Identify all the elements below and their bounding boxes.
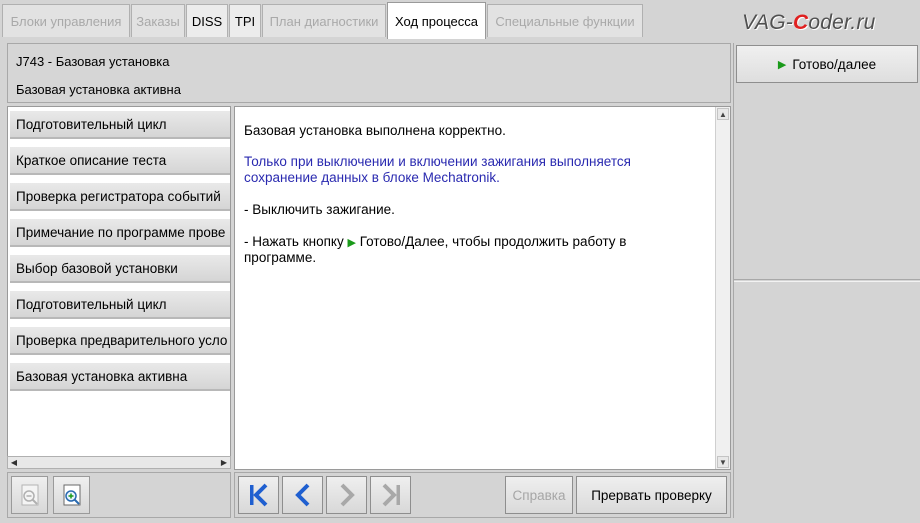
right-panel: ▶ Готово/далее [733, 43, 920, 518]
first-step-button[interactable] [238, 476, 279, 514]
ready-next-button[interactable]: ▶ Готово/далее [736, 45, 918, 83]
divider [734, 279, 920, 280]
content-scrollbar[interactable]: ▲ ▼ [715, 107, 730, 469]
zoom-out-icon [21, 484, 39, 506]
instruction-ignition-off: - Выключить зажигание. [244, 202, 395, 217]
instruction-press-button-cont: программе. [244, 250, 317, 265]
tab-diagnostic-plan[interactable]: План диагностики [262, 4, 386, 37]
divider [734, 281, 920, 282]
zoom-toolbar [7, 472, 231, 518]
vag-coder-logo: VAG-Coder.ru [742, 11, 876, 34]
help-button[interactable]: Справка [505, 476, 573, 514]
step-item[interactable]: Выбор базовой установки [10, 255, 230, 283]
next-step-button[interactable] [326, 476, 367, 514]
navigation-toolbar: Справка Прервать проверку [234, 472, 731, 518]
page-title: J743 - Базовая установка [16, 54, 170, 69]
result-text: Базовая установка выполнена корректно. [244, 123, 506, 138]
page-subtitle: Базовая установка активна [16, 82, 181, 97]
step-item[interactable]: Проверка регистратора событий [10, 183, 230, 211]
header-panel: J743 - Базовая установка Базовая установ… [7, 43, 731, 103]
scroll-down-icon[interactable]: ▼ [717, 456, 729, 468]
step-item-active[interactable]: Базовая установка активна [10, 363, 230, 391]
tab-control-units[interactable]: Блоки управления [2, 4, 130, 37]
abort-test-button[interactable]: Прервать проверку [576, 476, 727, 514]
notice-text-2: сохранение данных в блоке Mechatronik. [244, 170, 500, 185]
step-list-scrollbar[interactable]: ◀ ▶ [7, 456, 231, 469]
scroll-right-icon[interactable]: ▶ [219, 458, 229, 468]
previous-step-button[interactable] [282, 476, 323, 514]
notice-text-1: Только при выключении и включении зажига… [244, 154, 631, 169]
step-item[interactable]: Примечание по программе прове [10, 219, 230, 247]
step-item[interactable]: Подготовительный цикл [10, 111, 230, 139]
last-step-button[interactable] [370, 476, 411, 514]
tab-bar: Блоки управления Заказы DISS TPI План ди… [0, 0, 920, 41]
step-item[interactable]: Краткое описание теста [10, 147, 230, 175]
scroll-left-icon[interactable]: ◀ [9, 458, 19, 468]
tab-process[interactable]: Ход процесса [387, 2, 486, 39]
step-list: Подготовительный цикл Краткое описание т… [7, 106, 231, 458]
skip-first-icon [249, 483, 267, 507]
play-icon: ▶ [347, 237, 356, 249]
tab-orders[interactable]: Заказы [131, 4, 185, 37]
tab-tpi[interactable]: TPI [229, 4, 261, 37]
instruction-press-button: - Нажать кнопку ▶ Готово/Далее, чтобы пр… [244, 234, 627, 249]
zoom-in-button[interactable] [53, 476, 90, 514]
chevron-right-icon [340, 483, 355, 507]
scroll-up-icon[interactable]: ▲ [717, 108, 729, 120]
step-item[interactable]: Проверка предварительного усло [10, 327, 230, 355]
chevron-left-icon [294, 483, 309, 507]
zoom-in-icon [63, 484, 81, 506]
tab-special-functions[interactable]: Специальные функции [487, 4, 643, 37]
instruction-panel: Базовая установка выполнена корректно. Т… [234, 106, 731, 470]
step-item[interactable]: Подготовительный цикл [10, 291, 230, 319]
tab-diss[interactable]: DISS [186, 4, 228, 37]
play-icon: ▶ [777, 58, 787, 71]
skip-last-icon [382, 483, 400, 507]
zoom-out-button[interactable] [11, 476, 48, 514]
